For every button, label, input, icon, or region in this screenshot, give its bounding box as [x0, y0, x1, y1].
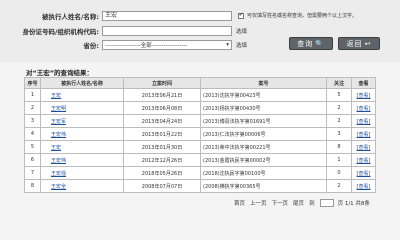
filing-date: 2018年05月26日 [123, 166, 201, 180]
back-button-label: 返回 [346, 39, 363, 48]
column-header: 关注 [326, 77, 352, 89]
pagination: 首页 上一页 下一页 尾页 到 页 1/1 共8条 [234, 199, 375, 207]
table-row: 8 王宏全 2008年07月07日 (2008)横执字第00365号 2 [查看] [24, 179, 376, 193]
row-number: 2 [24, 101, 41, 115]
table-row: 2 王宏明 2013年06月08日 (2013)扬执字第00430号 2 [查看] [24, 101, 376, 115]
search-icon: 🔍 [315, 39, 325, 48]
case-number: (2013)仁法执字第00006号 [200, 127, 327, 141]
prev-page-link[interactable]: 上一页 [250, 199, 267, 207]
name-row: 被执行人姓名/名称: 王宏 [0, 11, 232, 21]
filing-date: 2013年01月22日 [123, 127, 201, 141]
column-header: 被执行人姓名/名称 [40, 77, 124, 89]
table-row: 4 王宏伟 2013年01月22日 (2013)仁法执字第00006号 3 [查看] [24, 127, 376, 141]
results-table: 序号 被执行人姓名/名称 立案时间 案号 关注 查看 1 王宏 2013年06月21… [24, 77, 376, 193]
case-number: (2013)扬执字第00430号 [200, 101, 327, 115]
row-number: 8 [24, 179, 41, 193]
page-info: 页 1/1 共8条 [337, 201, 370, 207]
follow-count: 0 [326, 166, 352, 180]
table-row: 3 王宏军 2013年04月24日 (2013)博县法执字第01691号 2 [查看] [24, 114, 376, 128]
case-number: (2018)沈执民字第00100号 [200, 166, 327, 180]
person-name-link[interactable]: 王宏伟 [40, 127, 124, 141]
table-row: 1 王宏 2013年06月21日 (2013)沈执字第00423号 5 [查看] [24, 88, 376, 102]
name-input[interactable]: 王宏 [102, 11, 232, 21]
goto-label: 到 [309, 201, 315, 207]
name-only-hint: 可仅填写姓名或名称查询，但需要两个以上汉字。 [247, 13, 358, 19]
name-only-option[interactable]: ✔ 可仅填写姓名或名称查询，但需要两个以上汉字。 [238, 12, 357, 19]
column-header: 查看 [351, 77, 376, 89]
person-name-link[interactable]: 王宏军 [40, 114, 124, 128]
search-button[interactable]: 查询 🔍 [289, 37, 333, 50]
province-row: 省份: ------------------全部----------------… [0, 40, 247, 50]
results-title: 对“王宏”的查询结果： [26, 69, 94, 77]
follow-count: 1 [326, 153, 352, 167]
column-header: 序号 [24, 77, 41, 89]
case-number: (2013)金霞执民字第00002号 [200, 153, 327, 167]
page-number-input[interactable] [319, 199, 334, 207]
follow-count: 2 [326, 179, 352, 193]
case-number: (2013)荣中法执字第00221号 [200, 140, 327, 154]
follow-count: 3 [326, 127, 352, 141]
person-name-link[interactable]: 王宏强 [40, 166, 124, 180]
person-name-link[interactable]: 王宏明 [40, 101, 124, 115]
follow-count: 5 [326, 88, 352, 102]
filing-date: 2013年04月24日 [123, 114, 201, 128]
province-label: 省份: [83, 42, 99, 50]
view-link[interactable]: [查看] [351, 140, 376, 154]
column-header: 立案时间 [123, 77, 201, 89]
column-header: 案号 [200, 77, 327, 89]
last-page-link[interactable]: 尾页 [293, 199, 304, 207]
row-number: 6 [24, 153, 41, 167]
province-hint: 选填 [236, 43, 248, 49]
chevron-down-icon: ▾ [226, 42, 229, 48]
id-input[interactable] [102, 26, 232, 36]
first-page-link[interactable]: 首页 [234, 199, 245, 207]
view-link[interactable]: [查看] [351, 179, 376, 193]
return-icon: ↩ [364, 39, 372, 48]
id-label: 身份证号码/组织机构代码: [22, 28, 99, 36]
person-name-link[interactable]: 王宏全 [40, 179, 124, 193]
next-page-link[interactable]: 下一页 [272, 199, 289, 207]
person-name-link[interactable]: 王宏伟 [40, 153, 124, 167]
person-name-link[interactable]: 王宏 [40, 140, 124, 154]
view-link[interactable]: [查看] [351, 114, 376, 128]
view-link[interactable]: [查看] [351, 153, 376, 167]
case-number: (2008)横执字第00365号 [200, 179, 327, 193]
follow-count: 2 [326, 114, 352, 128]
table-row: 6 王宏伟 2012年12月26日 (2013)金霞执民字第00002号 1 [查看] [24, 153, 376, 167]
filing-date: 2013年06月08日 [123, 101, 201, 115]
id-row: 身份证号码/组织机构代码: 选填 [0, 26, 247, 36]
table-row: 7 王宏强 2018年05月26日 (2018)沈执民字第00100号 0 [查看] [24, 166, 376, 180]
follow-count: 2 [326, 101, 352, 115]
filing-date: 2008年07月07日 [123, 179, 201, 193]
search-panel: 被执行人姓名/名称: 王宏 ✔ 可仅填写姓名或名称查询，但需要两个以上汉字。 身… [0, 0, 400, 62]
table-row: 5 王宏 2013年01月30日 (2013)荣中法执字第00221号 8 [查看] [24, 140, 376, 154]
row-number: 7 [24, 166, 41, 180]
search-button-label: 查询 [297, 39, 314, 48]
view-link[interactable]: [查看] [351, 166, 376, 180]
row-number: 3 [24, 114, 41, 128]
view-link[interactable]: [查看] [351, 88, 376, 102]
table-header-row: 序号 被执行人姓名/名称 立案时间 案号 关注 查看 [24, 77, 376, 89]
name-only-checkbox[interactable]: ✔ [238, 12, 244, 19]
name-label: 被执行人姓名/名称: [42, 13, 99, 21]
row-number: 5 [24, 140, 41, 154]
id-hint: 选填 [236, 29, 248, 35]
row-number: 4 [24, 127, 41, 141]
filing-date: 2013年01月30日 [123, 140, 201, 154]
case-number: (2013)博县法执字第01691号 [200, 114, 327, 128]
view-link[interactable]: [查看] [351, 101, 376, 115]
filing-date: 2012年12月26日 [123, 153, 201, 167]
follow-count: 8 [326, 140, 352, 154]
back-button[interactable]: 返回 ↩ [338, 37, 380, 50]
province-selected-value: ------------------全部------------------ [105, 43, 188, 49]
province-select[interactable]: ------------------全部------------------ ▾ [102, 40, 232, 50]
filing-date: 2013年06月21日 [123, 88, 201, 102]
view-link[interactable]: [查看] [351, 127, 376, 141]
results-body: 1 王宏 2013年06月21日 (2013)沈执字第00423号 5 [查看] 2 王宏明 2… [24, 88, 376, 193]
row-number: 1 [24, 88, 41, 102]
person-name-link[interactable]: 王宏 [40, 88, 124, 102]
case-number: (2013)沈执字第00423号 [200, 88, 327, 102]
